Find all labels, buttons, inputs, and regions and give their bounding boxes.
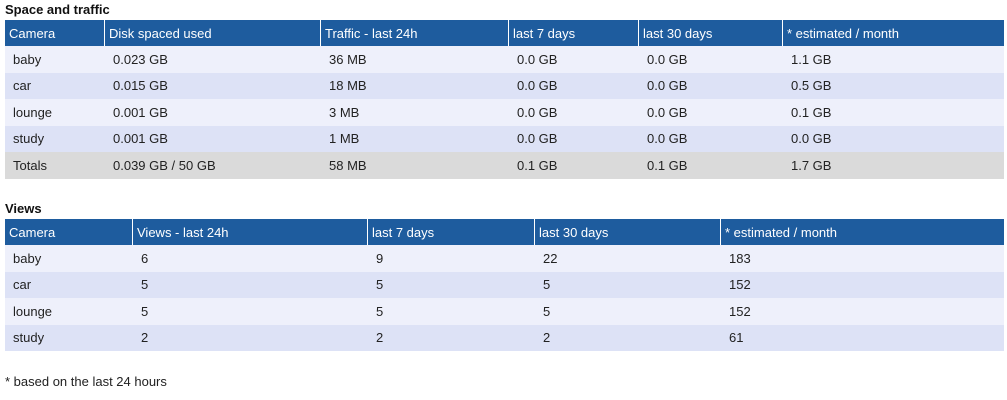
views-30-days-cell: 2: [535, 324, 721, 351]
traffic-7-days-cell: 0.0 GB: [509, 72, 639, 99]
camera-name-cell: lounge: [5, 298, 133, 325]
table-row: baby 6 9 22 183: [5, 245, 1004, 272]
traffic-30-days-cell: 0.0 GB: [639, 46, 783, 73]
traffic-7-days-cell: 0.0 GB: [509, 46, 639, 73]
views-24h-cell: 2: [133, 324, 368, 351]
camera-name-cell: lounge: [5, 99, 105, 126]
views-24h-cell: 5: [133, 271, 368, 298]
traffic-7-days-cell: 0.0 GB: [509, 125, 639, 152]
table-row: study 0.001 GB 1 MB 0.0 GB 0.0 GB 0.0 GB: [5, 125, 1004, 152]
views-7-days-cell: 2: [368, 324, 535, 351]
views-7-days-cell: 5: [368, 271, 535, 298]
traffic-30-days-cell: 0.0 GB: [639, 72, 783, 99]
column-header-views-24h: Views - last 24h: [133, 219, 368, 245]
totals-traffic-24h-cell: 58 MB: [321, 152, 509, 179]
disk-used-cell: 0.015 GB: [105, 72, 321, 99]
traffic-24h-cell: 3 MB: [321, 99, 509, 126]
column-header-camera: Camera: [5, 219, 133, 245]
views-7-days-cell: 5: [368, 298, 535, 325]
column-header-last-7-days: last 7 days: [368, 219, 535, 245]
disk-used-cell: 0.023 GB: [105, 46, 321, 73]
space-traffic-title: Space and traffic: [5, 2, 110, 17]
views-estimated-month-cell: 152: [721, 271, 1004, 298]
views-table: Camera Views - last 24h last 7 days last…: [5, 219, 1004, 351]
space-traffic-table: Camera Disk spaced used Traffic - last 2…: [5, 20, 1004, 179]
estimated-month-cell: 1.1 GB: [783, 46, 1004, 73]
camera-name-cell: baby: [5, 245, 133, 272]
views-estimated-month-cell: 183: [721, 245, 1004, 272]
views-30-days-cell: 22: [535, 245, 721, 272]
table-row: study 2 2 2 61: [5, 324, 1004, 351]
views-24h-cell: 6: [133, 245, 368, 272]
camera-name-cell: car: [5, 271, 133, 298]
views-title: Views: [5, 201, 42, 216]
camera-name-cell: study: [5, 125, 105, 152]
column-header-last-30-days: last 30 days: [639, 20, 783, 46]
table-row: lounge 0.001 GB 3 MB 0.0 GB 0.0 GB 0.1 G…: [5, 99, 1004, 126]
column-header-last-30-days: last 30 days: [535, 219, 721, 245]
camera-name-cell: car: [5, 72, 105, 99]
traffic-30-days-cell: 0.0 GB: [639, 125, 783, 152]
traffic-7-days-cell: 0.0 GB: [509, 99, 639, 126]
estimate-footnote: * based on the last 24 hours: [5, 374, 167, 389]
column-header-estimated-month: * estimated / month: [783, 20, 1004, 46]
column-header-traffic-24h: Traffic - last 24h: [321, 20, 509, 46]
table-row: car 0.015 GB 18 MB 0.0 GB 0.0 GB 0.5 GB: [5, 72, 1004, 99]
totals-traffic-30-days-cell: 0.1 GB: [639, 152, 783, 179]
traffic-30-days-cell: 0.0 GB: [639, 99, 783, 126]
column-header-disk-space: Disk spaced used: [105, 20, 321, 46]
table-row: car 5 5 5 152: [5, 271, 1004, 298]
table-row: baby 0.023 GB 36 MB 0.0 GB 0.0 GB 1.1 GB: [5, 46, 1004, 73]
column-header-camera: Camera: [5, 20, 105, 46]
views-24h-cell: 5: [133, 298, 368, 325]
views-30-days-cell: 5: [535, 271, 721, 298]
totals-disk-used-cell: 0.039 GB / 50 GB: [105, 152, 321, 179]
column-header-estimated-month: * estimated / month: [721, 219, 1004, 245]
traffic-24h-cell: 36 MB: [321, 46, 509, 73]
totals-label-cell: Totals: [5, 152, 105, 179]
views-7-days-cell: 9: [368, 245, 535, 272]
table-row: lounge 5 5 5 152: [5, 298, 1004, 325]
column-header-last-7-days: last 7 days: [509, 20, 639, 46]
estimated-month-cell: 0.0 GB: [783, 125, 1004, 152]
traffic-24h-cell: 1 MB: [321, 125, 509, 152]
disk-used-cell: 0.001 GB: [105, 125, 321, 152]
camera-name-cell: baby: [5, 46, 105, 73]
traffic-24h-cell: 18 MB: [321, 72, 509, 99]
totals-row: Totals 0.039 GB / 50 GB 58 MB 0.1 GB 0.1…: [5, 152, 1004, 179]
estimated-month-cell: 0.1 GB: [783, 99, 1004, 126]
table-header-row: Camera Views - last 24h last 7 days last…: [5, 219, 1004, 245]
table-header-row: Camera Disk spaced used Traffic - last 2…: [5, 20, 1004, 46]
camera-name-cell: study: [5, 324, 133, 351]
totals-estimated-month-cell: 1.7 GB: [783, 152, 1004, 179]
totals-traffic-7-days-cell: 0.1 GB: [509, 152, 639, 179]
views-estimated-month-cell: 61: [721, 324, 1004, 351]
views-30-days-cell: 5: [535, 298, 721, 325]
disk-used-cell: 0.001 GB: [105, 99, 321, 126]
estimated-month-cell: 0.5 GB: [783, 72, 1004, 99]
views-estimated-month-cell: 152: [721, 298, 1004, 325]
